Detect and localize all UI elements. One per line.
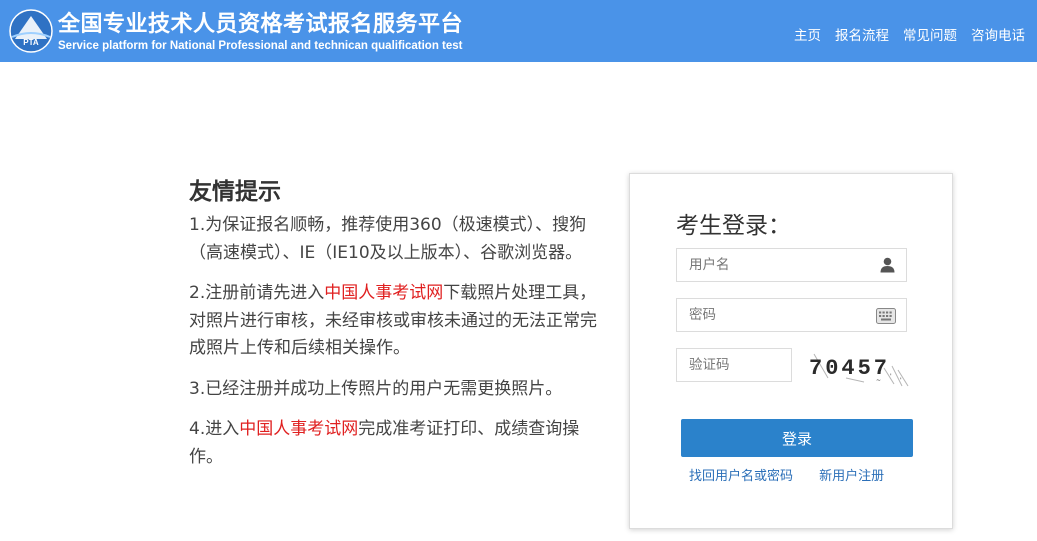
tip-text: 3.已经注册并成功上传照片的用户无需更换照片。	[189, 378, 563, 399]
captcha-image[interactable]: ~ ' ' 70457	[806, 348, 910, 388]
nav-registration-process[interactable]: 报名流程	[835, 24, 889, 44]
pta-logo-icon[interactable]: PTA	[9, 9, 53, 53]
nav-home[interactable]: 主页	[794, 24, 821, 44]
keyboard-icon[interactable]	[876, 308, 896, 324]
tip-text: 1.为保证报名顺畅，推荐使用360（极速模式）、搜狗（高速模式）、IE（IE10…	[189, 215, 587, 263]
password-input[interactable]	[677, 299, 881, 331]
tip-item: 3.已经注册并成功上传照片的用户无需更换照片。	[189, 376, 609, 404]
register-link[interactable]: 新用户注册	[819, 469, 884, 484]
site-title: 全国专业技术人员资格考试报名服务平台	[58, 12, 464, 37]
tip-text: 4.进入	[189, 419, 240, 439]
top-header: PTA 全国专业技术人员资格考试报名服务平台 Service platform …	[0, 0, 1037, 62]
forgot-credentials-link[interactable]: 找回用户名或密码	[689, 469, 793, 484]
login-links: 找回用户名或密码 新用户注册	[689, 465, 884, 484]
tip-text: 2.注册前请先进入	[189, 283, 325, 303]
tip-item: 2.注册前请先进入中国人事考试网下载照片处理工具，对照片进行审核，未经审核或审核…	[189, 280, 609, 363]
friendly-tips: 友情提示 1.为保证报名顺畅，推荐使用360（极速模式）、搜狗（高速模式）、IE…	[189, 172, 609, 484]
logo-text: PTA	[23, 38, 39, 47]
captcha-code: 70457	[809, 356, 890, 381]
username-input[interactable]	[677, 249, 881, 281]
tip-item: 4.进入中国人事考试网完成准考证打印、成绩查询操作。	[189, 416, 609, 471]
captcha-field-wrapper	[676, 348, 801, 382]
password-field-wrapper	[676, 298, 907, 332]
captcha-input[interactable]	[677, 349, 801, 381]
cpta-link[interactable]: 中国人事考试网	[324, 283, 443, 303]
main-nav: 主页 报名流程 常见问题 咨询电话	[794, 24, 1025, 44]
tips-title: 友情提示	[189, 179, 281, 205]
user-icon	[880, 257, 895, 273]
login-button[interactable]: 登录	[681, 419, 913, 457]
username-field-wrapper	[676, 248, 907, 282]
cpta-link[interactable]: 中国人事考试网	[239, 419, 358, 439]
tip-item: 1.为保证报名顺畅，推荐使用360（极速模式）、搜狗（高速模式）、IE（IE10…	[189, 212, 609, 267]
nav-faq[interactable]: 常见问题	[903, 24, 957, 44]
login-panel: 考生登录： 用户名 验证码 ~ ' ' 70457 登录 找回用户名或密码 新用…	[629, 173, 953, 529]
login-title: 考生登录：	[676, 213, 791, 239]
site-subtitle: Service platform for National Profession…	[58, 40, 463, 52]
nav-hotline[interactable]: 咨询电话	[971, 24, 1025, 44]
